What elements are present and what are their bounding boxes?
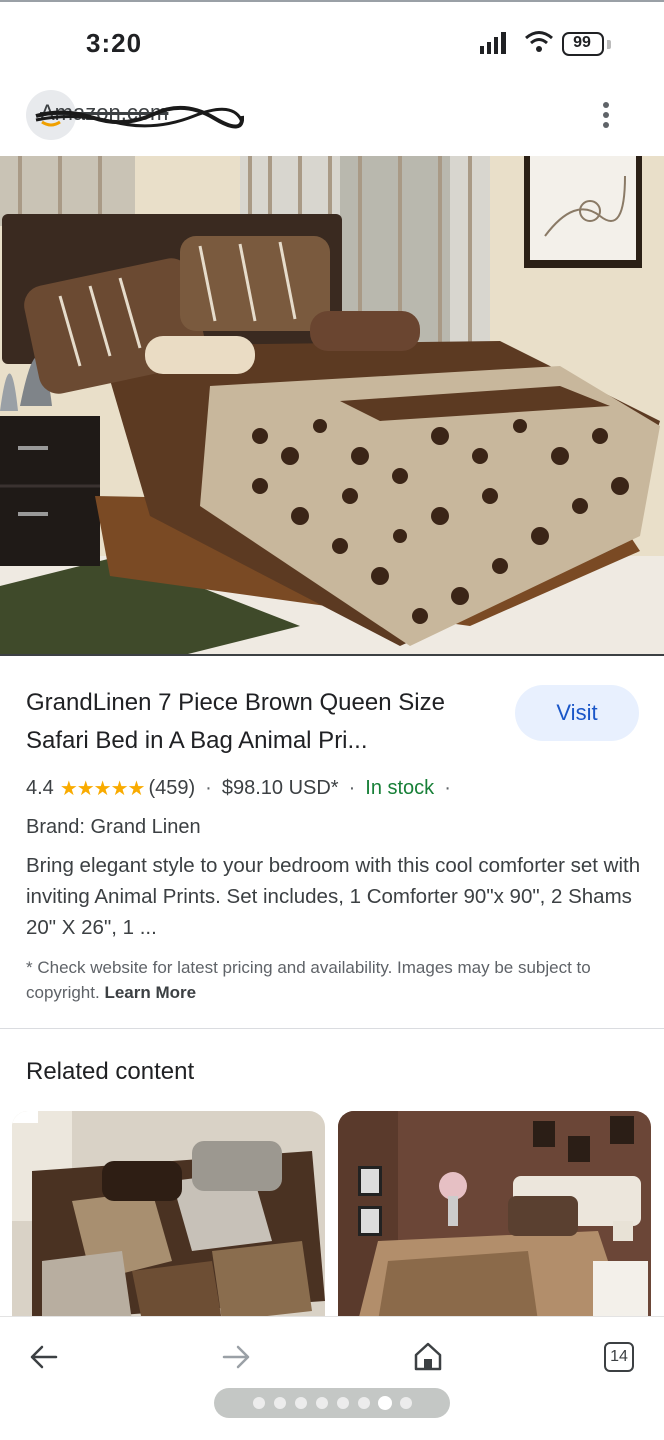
page-dot	[273, 1397, 286, 1409]
bottom-toolbar: 14	[0, 1316, 664, 1440]
tabs-button[interactable]: 14	[598, 1335, 642, 1379]
related-thumbnail[interactable]	[338, 1111, 651, 1321]
star-rating-icon: ★★★★★	[59, 777, 146, 800]
separator: ·	[205, 776, 212, 799]
redaction-scribble	[35, 105, 244, 129]
product-title[interactable]: GrandLinen 7 Piece Brown Queen Size Safa…	[26, 684, 496, 760]
page-dot	[399, 1397, 412, 1409]
battery-icon: 99	[562, 32, 612, 56]
back-arrow-icon	[30, 1345, 58, 1369]
forward-arrow-icon	[222, 1345, 250, 1369]
status-bar: 3:20 99	[0, 0, 664, 80]
page-dot	[378, 1397, 391, 1409]
back-button[interactable]	[22, 1335, 66, 1379]
signal-icon	[480, 32, 506, 54]
product-meta-row: 4.4 ★★★★★ (459) · $98.10 USD* · In stock…	[26, 772, 461, 804]
review-count[interactable]: (459)	[148, 777, 195, 800]
home-button[interactable]	[406, 1335, 450, 1379]
wifi-icon	[525, 31, 553, 52]
page-dot	[252, 1397, 265, 1409]
visit-button[interactable]: Visit	[515, 685, 639, 741]
home-icon	[414, 1342, 442, 1371]
product-description: Bring elegant style to your bedroom with…	[26, 854, 641, 939]
divider	[0, 1028, 664, 1029]
more-vert-icon[interactable]	[594, 98, 618, 134]
page-dot	[315, 1397, 328, 1409]
status-time: 3:20	[86, 28, 143, 58]
related-heading: Related content	[26, 1058, 195, 1085]
product-image[interactable]	[0, 156, 664, 656]
brand-line: Brand: Grand Linen	[26, 816, 201, 838]
price: $98.10 USD*	[221, 776, 339, 799]
site-header: Amazon.com	[0, 80, 664, 156]
separator: ·	[348, 776, 356, 799]
stock-status: In stock	[365, 776, 435, 799]
page-dot	[336, 1397, 349, 1409]
forward-button[interactable]	[214, 1335, 258, 1379]
page-indicator[interactable]	[214, 1388, 450, 1418]
page-dot	[294, 1397, 307, 1409]
battery-level: 99	[573, 34, 591, 51]
page-dot	[357, 1397, 370, 1409]
separator: ·	[444, 776, 451, 799]
disclaimer: * Check website for latest pricing and a…	[26, 955, 636, 1005]
rating-value: 4.4	[26, 776, 54, 799]
tabs-icon: 14	[604, 1342, 634, 1372]
learn-more-link[interactable]: Learn More	[104, 983, 196, 1002]
related-thumbnail[interactable]	[12, 1111, 325, 1321]
